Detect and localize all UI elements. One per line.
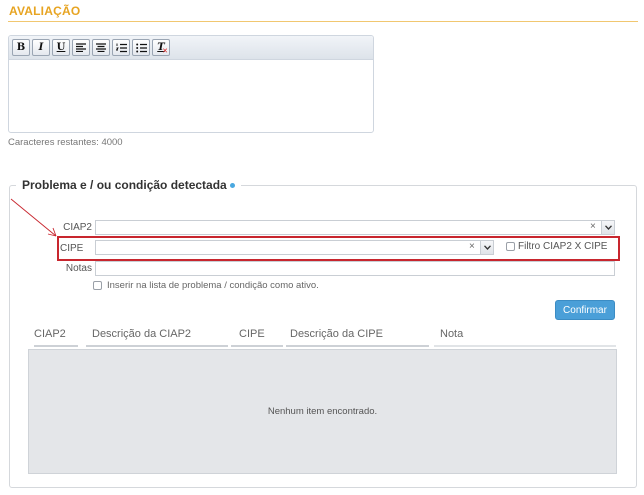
section-title: AVALIAÇÃO <box>9 4 81 18</box>
column-header-ciap2-description[interactable]: Descrição da CIAP2 <box>86 323 228 347</box>
ordered-list-button[interactable] <box>112 39 130 56</box>
notas-input[interactable] <box>95 261 615 276</box>
insert-active-option[interactable]: Inserir na lista de problema / condição … <box>93 280 319 291</box>
column-header-nota[interactable]: Nota <box>434 323 616 347</box>
ciap2-clear-icon[interactable]: × <box>590 221 596 232</box>
annotation-arrow-icon <box>10 198 57 237</box>
cipe-dropdown-button[interactable] <box>480 241 493 254</box>
ciap2-select[interactable]: × <box>95 220 615 235</box>
cipe-select[interactable]: × <box>95 240 494 255</box>
bold-button[interactable]: B <box>12 39 30 56</box>
empty-message: Nenhum item encontrado. <box>267 406 378 417</box>
unordered-list-button[interactable] <box>132 39 150 56</box>
clear-format-x-icon: ✕ <box>162 47 168 55</box>
ciap2-label: CIAP2 <box>63 222 92 233</box>
grid-body: Nenhum item encontrado. <box>28 349 617 474</box>
rich-text-editor: B I U T ✕ <box>8 35 374 133</box>
italic-button[interactable]: I <box>32 39 50 56</box>
ordered-list-icon <box>115 43 127 52</box>
column-header-cipe[interactable]: CIPE <box>231 323 283 347</box>
underline-button[interactable]: U <box>52 39 70 56</box>
align-left-button[interactable] <box>72 39 90 56</box>
ciap2-dropdown-button[interactable] <box>601 221 614 234</box>
confirm-button[interactable]: Confirmar <box>555 300 615 320</box>
column-header-cipe-description[interactable]: Descrição da CIPE <box>286 323 429 347</box>
bullet-list-icon <box>135 43 147 52</box>
section-divider <box>8 21 638 22</box>
filter-ciap2-cipe[interactable]: Filtro CIAP2 X CIPE <box>506 241 607 252</box>
problem-legend: Problema e / ou condição detectada <box>16 178 241 192</box>
cipe-label: CIPE <box>60 243 84 254</box>
editor-textarea[interactable] <box>9 60 373 132</box>
align-center-button[interactable] <box>92 39 110 56</box>
chars-remaining: Caracteres restantes: 4000 <box>8 137 123 148</box>
chevron-down-icon <box>483 245 491 250</box>
filter-checkbox[interactable] <box>506 242 515 251</box>
grid-header: CIAP2 Descrição da CIAP2 CIPE Descrição … <box>28 323 617 349</box>
clear-format-button[interactable]: T ✕ <box>152 39 170 56</box>
chevron-down-icon <box>604 225 612 230</box>
align-left-icon <box>76 43 86 52</box>
editor-toolbar: B I U T ✕ <box>9 36 373 60</box>
required-dot-icon <box>229 183 235 189</box>
insert-active-label: Inserir na lista de problema / condição … <box>107 280 319 291</box>
column-header-ciap2[interactable]: CIAP2 <box>34 323 78 347</box>
notas-label: Notas <box>65 263 92 274</box>
problem-legend-text: Problema e / ou condição detectada <box>22 178 227 192</box>
cipe-clear-icon[interactable]: × <box>469 241 475 252</box>
insert-active-checkbox[interactable] <box>93 281 102 290</box>
filter-label: Filtro CIAP2 X CIPE <box>518 241 608 252</box>
align-center-icon <box>96 43 106 52</box>
